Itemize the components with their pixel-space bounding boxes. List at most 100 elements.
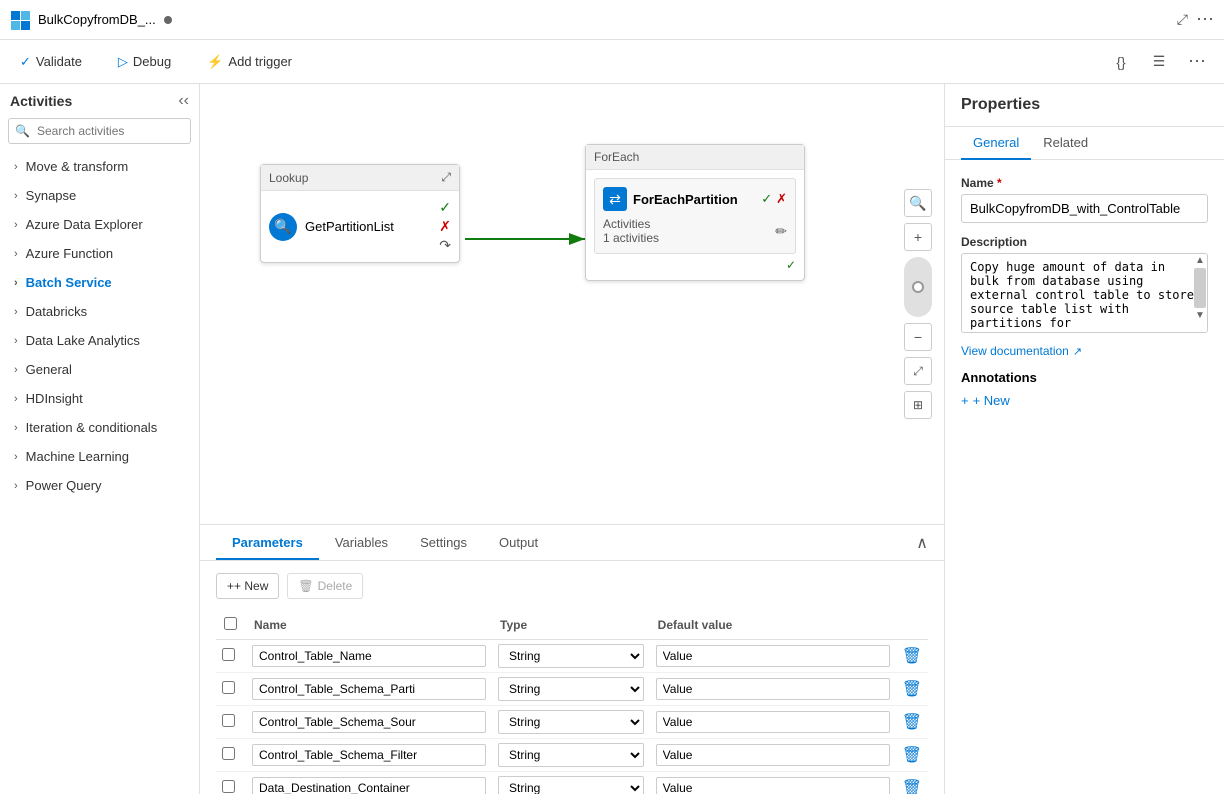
param-type-select[interactable]: StringBoolIntFloatArrayObjectSecureStrin…	[498, 776, 644, 794]
scroll-up-icon[interactable]: ▲	[1194, 255, 1206, 266]
param-value-input[interactable]	[656, 777, 890, 794]
annotations-title: Annotations	[961, 370, 1208, 385]
zoom-out-button[interactable]: −	[904, 323, 932, 351]
row-checkbox[interactable]	[222, 714, 235, 727]
scroll-down-icon[interactable]: ▼	[1194, 310, 1206, 321]
properties-toggle-button[interactable]: ☰	[1144, 47, 1174, 77]
lookup-node[interactable]: Lookup ⤢ 🔍 GetPartitionList ✓ ✗ ↷	[260, 164, 460, 263]
chevron-icon: ›	[14, 364, 18, 376]
sidebar-item-label: Azure Data Explorer	[26, 217, 143, 232]
sidebar-item-batch-service[interactable]: › Batch Service	[0, 268, 199, 297]
debug-button[interactable]: ▷ Debug	[110, 50, 179, 74]
sidebar-item-data-lake-analytics[interactable]: › Data Lake Analytics	[0, 326, 199, 355]
canvas-controls: 🔍 + − ⤢ ⊞	[904, 189, 932, 419]
param-name-input[interactable]	[252, 711, 486, 733]
canvas-arrows	[200, 84, 944, 484]
row-checkbox[interactable]	[222, 681, 235, 694]
delete-row-button[interactable]: 🗑	[902, 714, 922, 731]
zoom-slider[interactable]	[904, 257, 932, 317]
param-name-input[interactable]	[252, 777, 486, 794]
foreach-status-icons: ✓ ✗	[761, 191, 787, 207]
param-value-input[interactable]	[656, 744, 890, 766]
tab-settings[interactable]: Settings	[404, 527, 483, 560]
description-textarea[interactable]	[961, 253, 1208, 333]
tab-general[interactable]: General	[961, 127, 1031, 160]
sidebar-item-azure-function[interactable]: › Azure Function	[0, 239, 199, 268]
row-checkbox[interactable]	[222, 780, 235, 793]
sidebar-item-power-query[interactable]: › Power Query	[0, 471, 199, 500]
view-docs-link[interactable]: View documentation ↗	[961, 344, 1208, 358]
foreach-name: ForEachPartition	[633, 192, 738, 207]
delete-row-button[interactable]: 🗑	[902, 648, 922, 665]
param-type-select[interactable]: StringBoolIntFloatArrayObjectSecureStrin…	[498, 677, 644, 701]
foreach-node[interactable]: ForEach ⇄ ForEachPartition ✓ ✗	[585, 144, 805, 281]
param-name-input[interactable]	[252, 744, 486, 766]
delete-row-button[interactable]: 🗑	[902, 747, 922, 764]
tab-related[interactable]: Related	[1031, 127, 1100, 160]
param-type-select[interactable]: StringBoolIntFloatArrayObjectSecureStrin…	[498, 644, 644, 668]
add-annotation-button[interactable]: + + New	[961, 393, 1208, 408]
sidebar-item-label: Batch Service	[26, 275, 112, 290]
new-param-button[interactable]: + + New	[216, 573, 279, 599]
lookup-header: Lookup ⤢	[261, 165, 459, 191]
search-input[interactable]	[8, 118, 191, 144]
foreach-header-label: ForEach	[594, 150, 639, 164]
param-name-input[interactable]	[252, 678, 486, 700]
row-checkbox[interactable]	[222, 648, 235, 661]
scroll-thumb	[1194, 268, 1206, 308]
zoom-in-button[interactable]: +	[904, 223, 932, 251]
sidebar-item-general[interactable]: › General	[0, 355, 199, 384]
col-actions	[896, 611, 928, 640]
chevron-icon: ›	[14, 277, 18, 289]
foreach-header: ForEach	[586, 145, 804, 170]
tab-variables[interactable]: Variables	[319, 527, 404, 560]
name-input[interactable]	[961, 194, 1208, 223]
sidebar-item-hdinsight[interactable]: › HDInsight	[0, 384, 199, 413]
more-icon[interactable]: ⋯	[1196, 9, 1214, 30]
trigger-icon: ⚡	[207, 54, 223, 70]
sidebar-item-synapse[interactable]: › Synapse	[0, 181, 199, 210]
edit-activities-icon[interactable]: ✏	[775, 223, 787, 240]
top-bar: BulkCopyfromDB_... ⤢ ⋯	[0, 0, 1224, 40]
sidebar-item-label: Machine Learning	[26, 449, 129, 464]
tab-parameters[interactable]: Parameters	[216, 527, 319, 560]
param-type-select[interactable]: StringBoolIntFloatArrayObjectSecureStrin…	[498, 710, 644, 734]
grid-view-button[interactable]: ⊞	[904, 391, 932, 419]
external-link-icon: ↗	[1073, 345, 1082, 358]
add-trigger-button[interactable]: ⚡ Add trigger	[199, 50, 300, 74]
row-checkbox[interactable]	[222, 747, 235, 760]
delete-row-button[interactable]: 🗑	[902, 681, 922, 698]
sidebar-item-databricks[interactable]: › Databricks	[0, 297, 199, 326]
validate-button[interactable]: ✓ Validate	[12, 50, 90, 74]
fit-screen-button[interactable]: ⤢	[904, 357, 932, 385]
select-all-checkbox[interactable]	[224, 617, 237, 630]
chevron-icon: ›	[14, 451, 18, 463]
sidebar-item-machine-learning[interactable]: › Machine Learning	[0, 442, 199, 471]
param-value-input[interactable]	[656, 645, 890, 667]
required-indicator: *	[997, 176, 1002, 190]
tab-output[interactable]: Output	[483, 527, 554, 560]
delete-param-button[interactable]: 🗑 Delete	[287, 573, 363, 599]
param-type-select[interactable]: StringBoolIntFloatArrayObjectSecureStrin…	[498, 743, 644, 767]
lookup-expand-icon[interactable]: ⤢	[441, 170, 451, 185]
param-value-input[interactable]	[656, 711, 890, 733]
sidebar-item-iteration-conditionals[interactable]: › Iteration & conditionals	[0, 413, 199, 442]
collapse-icon[interactable]: ‹‹	[178, 92, 189, 110]
foreach-inner: ⇄ ForEachPartition ✓ ✗ Activities 1 acti…	[594, 178, 796, 254]
code-view-button[interactable]: {}	[1106, 47, 1136, 77]
collapse-panel-button[interactable]: ∧	[916, 533, 928, 553]
lookup-body: 🔍 GetPartitionList ✓ ✗ ↷	[261, 191, 459, 262]
properties-title: Properties	[961, 96, 1040, 113]
plus-icon: +	[227, 579, 234, 593]
sidebar-item-label: Azure Function	[26, 246, 113, 261]
validate-label: Validate	[36, 54, 82, 69]
search-canvas-button[interactable]: 🔍	[904, 189, 932, 217]
expand-icon[interactable]: ⤢	[1177, 11, 1188, 28]
param-name-input[interactable]	[252, 645, 486, 667]
sidebar-item-move-transform[interactable]: › Move & transform	[0, 152, 199, 181]
delete-row-button[interactable]: 🗑	[902, 780, 922, 794]
param-value-input[interactable]	[656, 678, 890, 700]
sidebar-item-label: Move & transform	[26, 159, 129, 174]
sidebar-item-azure-data-explorer[interactable]: › Azure Data Explorer	[0, 210, 199, 239]
more-options-button[interactable]: ⋯	[1182, 47, 1212, 77]
